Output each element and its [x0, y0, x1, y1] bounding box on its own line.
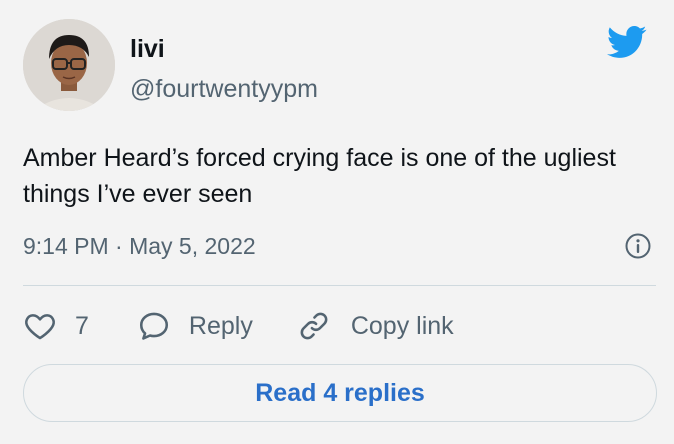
divider	[23, 285, 656, 286]
reply-label: Reply	[188, 311, 253, 340]
info-icon[interactable]	[624, 232, 652, 260]
tweet-text: Amber Heard’s forced crying face is one …	[23, 144, 616, 208]
copy-link-button[interactable]: Copy link	[297, 309, 454, 343]
heart-icon	[23, 309, 57, 343]
avatar[interactable]	[23, 19, 115, 111]
speech-bubble-icon	[137, 309, 171, 343]
author-name[interactable]: livi	[130, 34, 165, 64]
twitter-bird-icon[interactable]	[604, 22, 650, 62]
like-button[interactable]: 7	[23, 309, 137, 343]
tweet-card: livi @fourtwentyypm Amber Heard’s forced…	[0, 0, 674, 444]
tweet-timestamp[interactable]: 9:14 PM · May 5, 2022	[23, 232, 256, 260]
action-bar: 7 Reply Copy link	[23, 307, 454, 345]
link-icon	[297, 309, 331, 343]
copy-link-label: Copy link	[350, 311, 454, 340]
avatar-image	[23, 19, 115, 111]
like-count: 7	[75, 311, 89, 340]
author-handle[interactable]: @fourtwentyypm	[130, 74, 318, 104]
read-replies-button[interactable]: Read 4 replies	[23, 364, 657, 422]
reply-button[interactable]: Reply	[137, 309, 297, 343]
